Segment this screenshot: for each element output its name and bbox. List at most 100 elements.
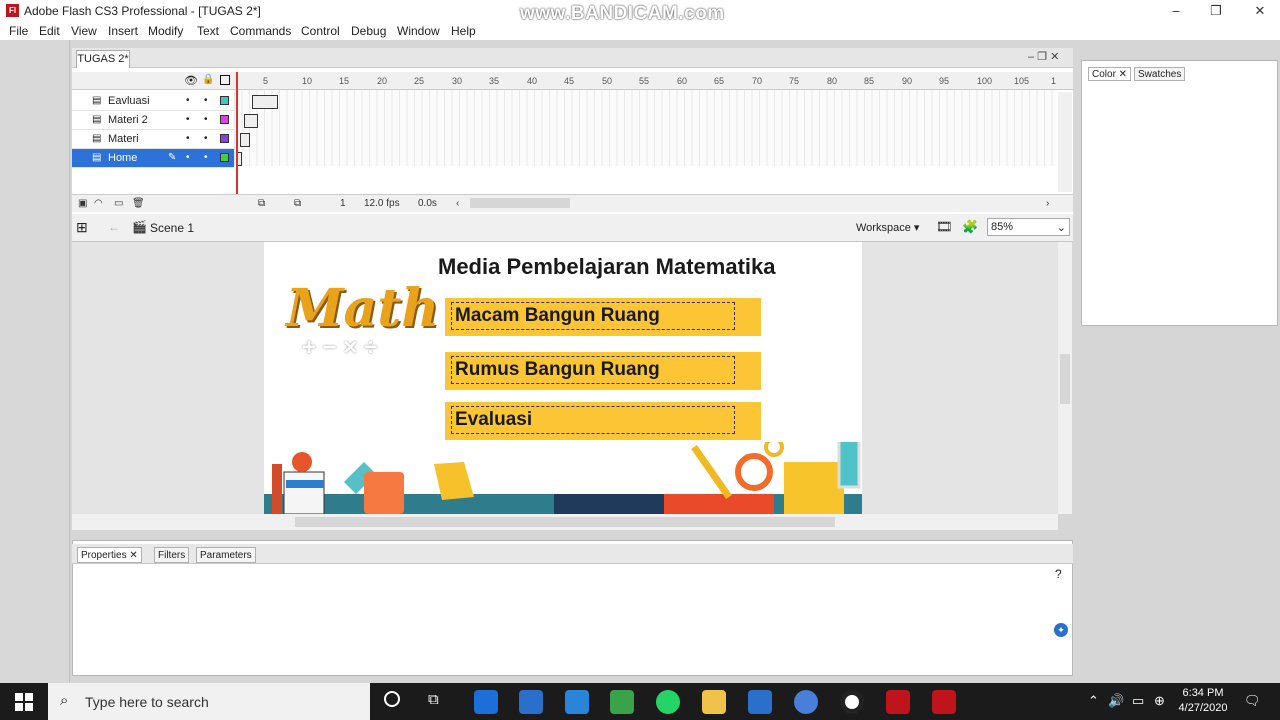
layer-color-swatch[interactable] <box>220 115 229 124</box>
tab-filters[interactable]: Filters <box>154 547 190 563</box>
ruler-tick: 75 <box>789 76 800 86</box>
layer-name[interactable]: Materi 2 <box>108 114 148 126</box>
stage-horizontal-scrollbar[interactable] <box>72 514 1058 530</box>
whatsapp-icon[interactable] <box>656 690 680 714</box>
layer-row-selected[interactable]: ▤ Home ✎ • • <box>72 149 234 168</box>
timeline-vertical-scrollbar[interactable] <box>1058 92 1072 192</box>
store-icon[interactable] <box>519 690 543 714</box>
layer-color-swatch[interactable] <box>220 153 229 162</box>
help-icon[interactable]: ? <box>1055 567 1062 581</box>
flash-taskbar-icon[interactable] <box>886 690 910 714</box>
layer-name[interactable]: Materi <box>108 133 139 145</box>
layer-color-swatch[interactable] <box>220 134 229 143</box>
keyframe-block[interactable] <box>252 95 278 109</box>
layer-color-swatch[interactable] <box>220 96 229 105</box>
frame-rate[interactable]: 12.0 fps <box>364 198 400 209</box>
show-hidden-icons-icon[interactable]: ⌃ <box>1088 693 1099 709</box>
add-folder-icon[interactable]: ▭ <box>114 198 123 209</box>
macam-bangun-ruang-button[interactable]: Macam Bangun Ruang <box>445 298 761 336</box>
accessibility-icon[interactable]: ✦ <box>1054 623 1068 637</box>
zoom-select[interactable]: 85% ⌄ <box>987 218 1070 236</box>
scroll-left-arrow-icon[interactable]: ‹ <box>456 198 459 209</box>
math-logo[interactable]: Math <box>286 278 439 339</box>
eye-icon[interactable]: 👁 <box>184 74 198 87</box>
lock-dot[interactable]: • <box>204 133 208 144</box>
layer-row[interactable]: ▤ Eavluasi • • <box>72 92 234 111</box>
onion-skin-icon[interactable]: ⧉ <box>258 198 265 209</box>
menu-control[interactable]: Control <box>301 24 340 38</box>
menu-view[interactable]: View <box>71 24 97 38</box>
edit-symbols-icon[interactable]: 🧩 <box>962 219 978 235</box>
tools-panel-collapsed[interactable] <box>0 40 70 683</box>
notification-icon[interactable]: 🗨 <box>1244 693 1261 709</box>
frame-grid[interactable] <box>234 90 1056 166</box>
minimize-button[interactable]: – <box>1154 2 1198 20</box>
tab-properties[interactable]: Properties ✕ <box>77 547 142 563</box>
menu-text[interactable]: Text <box>197 24 219 38</box>
chrome-icon[interactable] <box>794 690 818 714</box>
taskbar-clock[interactable]: 6:34 PM 4/27/2020 <box>1172 686 1234 716</box>
file-explorer-icon[interactable] <box>702 690 726 714</box>
scene-label[interactable]: Scene 1 <box>150 221 194 235</box>
visibility-dot[interactable]: • <box>186 95 190 106</box>
menu-modify[interactable]: Modify <box>148 24 183 38</box>
lock-icon[interactable]: 🔒 <box>202 74 214 85</box>
volume-icon[interactable]: 🔊 <box>1108 693 1124 709</box>
menu-window[interactable]: Window <box>397 24 440 38</box>
delete-layer-icon[interactable]: 🗑 <box>132 198 145 209</box>
workspace-dropdown[interactable]: Workspace ▾ <box>856 221 919 234</box>
visibility-dot[interactable]: • <box>186 152 190 163</box>
cortana-icon[interactable] <box>384 691 400 707</box>
timeline-toggle-icon[interactable]: ⊞ <box>76 219 88 236</box>
maximize-button[interactable]: ❐ <box>1194 2 1238 20</box>
menu-file[interactable]: File <box>9 24 28 38</box>
menu-debug[interactable]: Debug <box>351 24 386 38</box>
windows-start-icon[interactable] <box>14 692 34 712</box>
menu-insert[interactable]: Insert <box>108 24 138 38</box>
edit-multiple-frames-icon[interactable]: ⧉ <box>294 198 301 209</box>
battery-icon[interactable]: ▭ <box>1132 693 1144 709</box>
document-tab[interactable]: TUGAS 2* <box>76 50 130 68</box>
lock-dot[interactable]: • <box>204 95 208 106</box>
bandicam-record-icon[interactable] <box>840 690 864 714</box>
menu-commands[interactable]: Commands <box>230 24 291 38</box>
tab-parameters[interactable]: Parameters <box>196 547 256 563</box>
visibility-dot[interactable]: • <box>186 114 190 125</box>
playhead[interactable] <box>236 72 238 196</box>
menu-edit[interactable]: Edit <box>39 24 60 38</box>
mail-icon[interactable] <box>565 690 589 714</box>
layer-name[interactable]: Home <box>108 152 137 164</box>
keyframe-block[interactable] <box>244 114 258 128</box>
add-motion-guide-icon[interactable]: ◠ <box>94 198 103 209</box>
add-layer-icon[interactable]: ▣ <box>78 198 87 209</box>
keyframe-block[interactable] <box>240 133 250 147</box>
tab-swatches[interactable]: Swatches <box>1134 67 1186 81</box>
stage[interactable]: Media Pembelajaran Matematika Math + − ×… <box>264 242 862 514</box>
edge-icon[interactable] <box>474 690 498 714</box>
evaluasi-button[interactable]: Evaluasi <box>445 402 761 440</box>
stage-vertical-scrollbar[interactable] <box>1058 242 1072 514</box>
video-player-icon[interactable] <box>932 690 956 714</box>
network-icon[interactable]: ⊕ <box>1154 693 1165 709</box>
document-window-controls[interactable]: – ❐ ✕ <box>1028 50 1059 63</box>
layer-name[interactable]: Eavluasi <box>108 95 150 107</box>
back-arrow-icon[interactable]: ← <box>108 220 120 234</box>
layer-row[interactable]: ▤ Materi 2 • • <box>72 111 234 130</box>
lock-dot[interactable]: • <box>204 114 208 125</box>
layer-row[interactable]: ▤ Materi • • <box>72 130 234 149</box>
ruler-tick: 55 <box>639 76 650 86</box>
close-button[interactable]: ✕ <box>1238 2 1280 20</box>
timeline-horizontal-scrollbar[interactable] <box>470 198 570 208</box>
rumus-bangun-ruang-button[interactable]: Rumus Bangun Ruang <box>445 352 761 390</box>
visibility-dot[interactable]: • <box>186 133 190 144</box>
ruler-tick: 105 <box>1014 76 1030 86</box>
tab-color[interactable]: Color ✕ <box>1088 67 1132 81</box>
scroll-right-arrow-icon[interactable]: › <box>1046 198 1049 209</box>
menu-help[interactable]: Help <box>451 24 476 38</box>
excel-app-icon[interactable] <box>610 690 634 714</box>
edit-scene-icon[interactable]: 🎞 <box>936 219 953 235</box>
task-view-icon[interactable]: ⧉ <box>428 691 439 708</box>
lock-dot[interactable]: • <box>204 152 208 163</box>
app-m-icon[interactable] <box>748 690 772 714</box>
outline-icon[interactable] <box>220 75 230 85</box>
